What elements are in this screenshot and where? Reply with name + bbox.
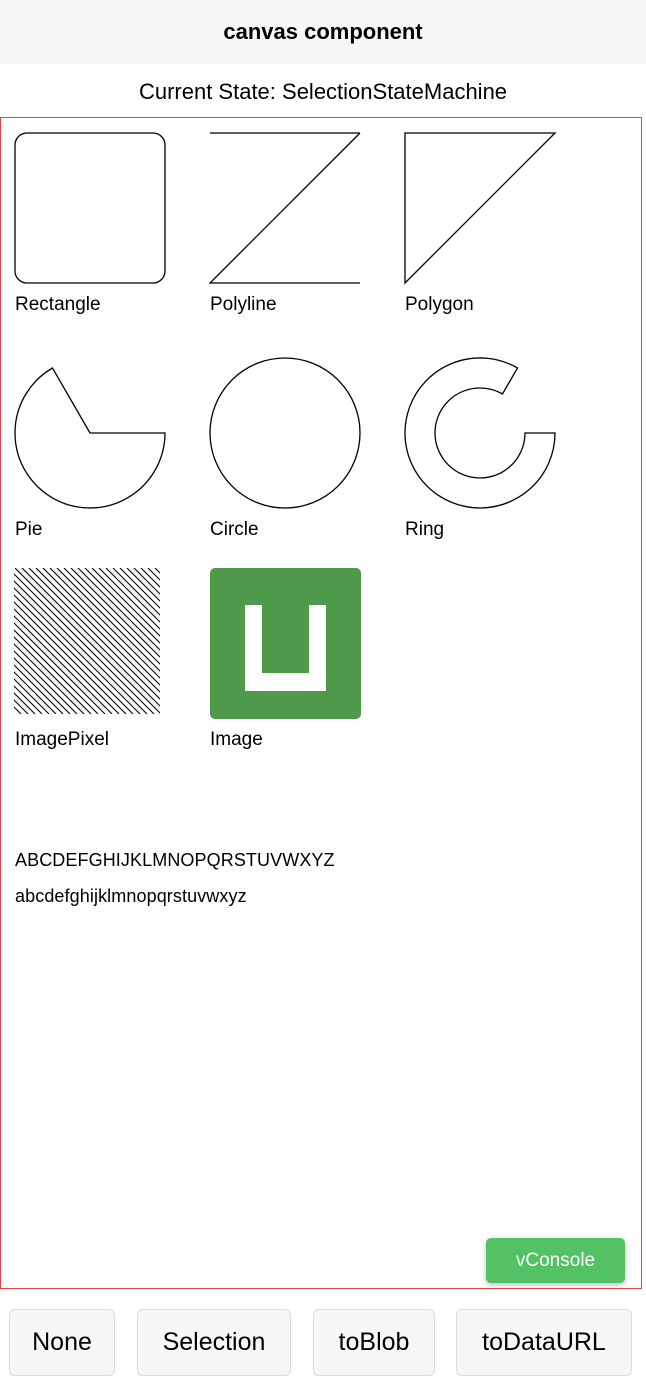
rectangle-icon[interactable]: [14, 132, 167, 285]
shape-label-imagepixel: ImagePixel: [15, 729, 109, 750]
shape-label-pie: Pie: [15, 519, 43, 540]
selection-button[interactable]: Selection: [137, 1309, 291, 1376]
hatch-pattern-icon[interactable]: [14, 568, 160, 714]
hatch-line: [14, 573, 155, 714]
shape-label-polyline: Polyline: [210, 294, 277, 315]
top-bar: canvas component: [0, 0, 646, 64]
shape-label-image: Image: [210, 729, 263, 750]
hatch-line: [133, 568, 160, 595]
image-logo-icon[interactable]: [210, 568, 361, 719]
page-title: canvas component: [223, 19, 423, 44]
none-button[interactable]: None: [9, 1309, 115, 1376]
polyline-icon[interactable]: [209, 132, 362, 285]
current-state-text: Current State: SelectionStateMachine: [138, 79, 508, 104]
sample-text-lowercase: abcdefghijklmnopqrstuvwxyz: [15, 886, 247, 906]
todataurl-button[interactable]: toDataURL: [456, 1309, 632, 1376]
shape-label-polygon: Polygon: [405, 294, 474, 315]
hatch-line: [119, 568, 160, 609]
shape-label-ring: Ring: [405, 519, 445, 540]
pie-icon[interactable]: [14, 357, 167, 510]
vconsole-button[interactable]: vConsole: [486, 1238, 625, 1283]
bottom-toolbar: None Selection toBlob toDataURL: [0, 1289, 646, 1396]
drawing-canvas[interactable]: Rectangle Polyline Polygon Pie Circle Ri…: [0, 117, 642, 1289]
sample-text-uppercase: ABCDEFGHIJKLMNOPQRSTUVWXYZ: [15, 850, 335, 870]
hatch-line: [14, 568, 160, 714]
toblob-button[interactable]: toBlob: [313, 1309, 435, 1376]
shape-label-circle: Circle: [210, 519, 259, 540]
circle-icon[interactable]: [209, 357, 362, 510]
polygon-icon[interactable]: [404, 132, 557, 285]
shape-label-rectangle: Rectangle: [15, 294, 101, 315]
ring-icon[interactable]: [404, 357, 557, 510]
